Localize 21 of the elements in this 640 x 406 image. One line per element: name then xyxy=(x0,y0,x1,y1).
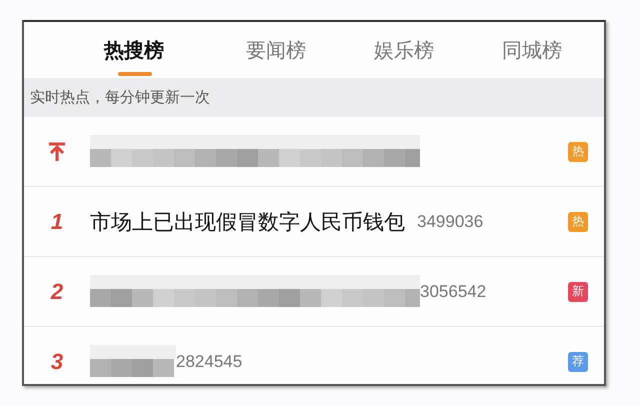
badge: 热 xyxy=(568,142,588,162)
badge: 荐 xyxy=(568,352,588,372)
list-item[interactable]: 热 xyxy=(24,117,604,187)
tab[interactable]: 热搜榜 xyxy=(84,22,184,78)
tab[interactable]: 娱乐榜 xyxy=(340,22,468,78)
tab[interactable]: 同城榜 xyxy=(468,22,596,78)
headline: 市场上已出现假冒数字人民币钱包 xyxy=(90,208,405,236)
view-count: 2824545 xyxy=(176,352,242,372)
pin-top-icon xyxy=(48,142,66,162)
rank-number: 1 xyxy=(50,208,64,234)
tab[interactable]: 要闻榜 xyxy=(212,22,340,78)
badge: 新 xyxy=(568,282,588,302)
subtitle: 实时热点，每分钟更新一次 xyxy=(30,88,210,107)
list-item[interactable]: 2 3056542 新 xyxy=(24,257,604,327)
badge: 热 xyxy=(568,212,588,232)
view-count: 3499036 xyxy=(417,212,484,232)
rank-number: 2 xyxy=(50,278,64,304)
rank-number: 3 xyxy=(50,348,64,374)
list-item[interactable]: 1 市场上已出现假冒数字人民币钱包 3499036 热 xyxy=(24,187,604,257)
view-count: 3056542 xyxy=(420,282,486,302)
list-item[interactable]: 3 2824545 荐 xyxy=(24,327,604,384)
